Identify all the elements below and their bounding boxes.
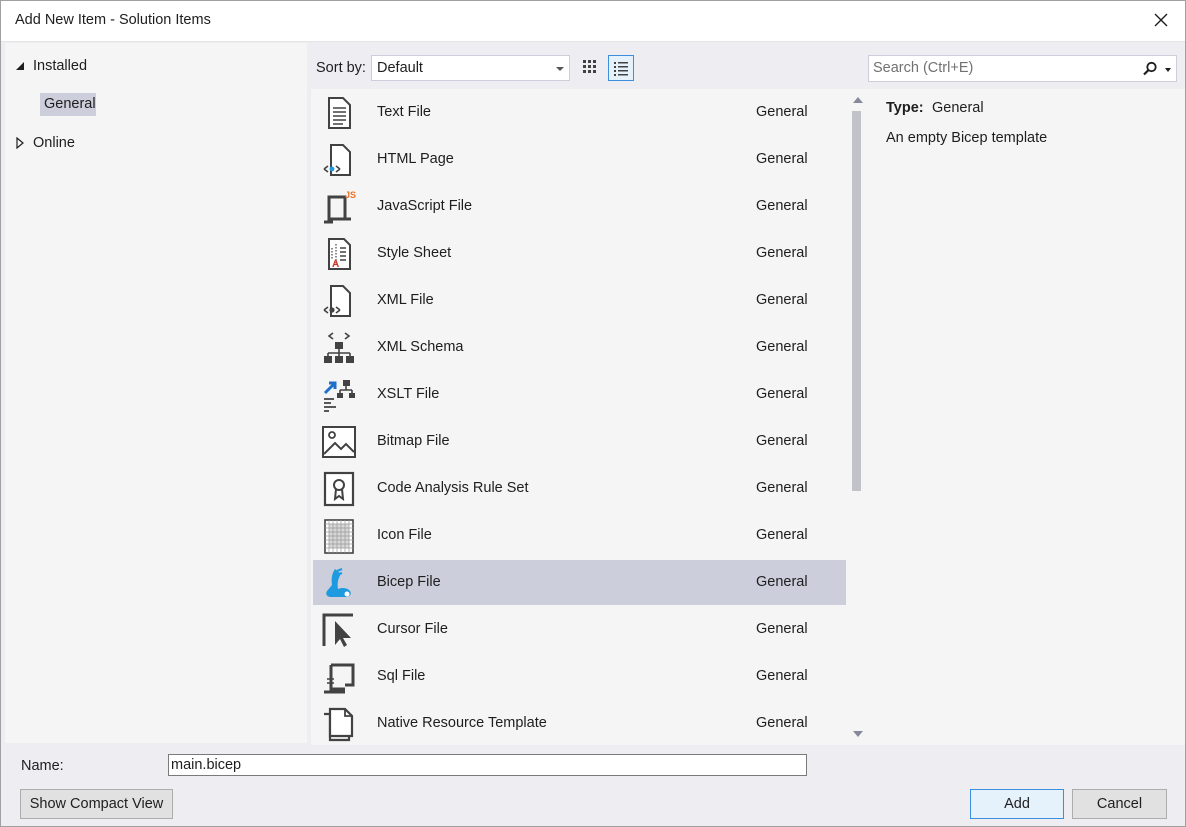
template-name: Native Resource Template (377, 715, 547, 731)
tree-item-online[interactable]: Online (33, 135, 75, 151)
template-name: XSLT File (377, 386, 440, 402)
text-file-icon (328, 97, 351, 129)
javascript-file-icon: JS (324, 190, 356, 224)
search-options-chevron-icon[interactable] (1165, 68, 1171, 72)
bicep-file-icon (326, 567, 351, 597)
template-item-bicep-file[interactable]: Bicep File General (313, 560, 846, 605)
template-item-icon-file[interactable]: Icon File General (313, 513, 846, 558)
template-item-cursor-file[interactable]: Cursor File General (313, 607, 846, 652)
window-title: Add New Item - Solution Items (15, 12, 211, 28)
details-pane: Type: General An empty Bicep template (869, 89, 1185, 745)
tree-item-general-label: General (44, 96, 96, 112)
template-item-xml-file[interactable]: XML File General (313, 278, 846, 323)
tree-item-installed[interactable]: Installed (33, 58, 87, 74)
template-category: General (756, 668, 808, 684)
expanded-triangle-icon[interactable] (15, 61, 25, 71)
template-category: General (756, 245, 808, 261)
template-list-scrollbar[interactable] (849, 89, 869, 745)
search-box[interactable] (868, 55, 1177, 82)
scroll-down-arrow-icon[interactable] (853, 731, 863, 737)
template-category: General (756, 574, 808, 590)
grid-view-icon (583, 60, 596, 73)
template-item-text-file[interactable]: Text File General (313, 90, 846, 135)
search-icon[interactable] (1142, 61, 1158, 77)
category-tree: Installed General Online (5, 43, 307, 743)
template-name: Code Analysis Rule Set (377, 480, 529, 496)
template-category: General (756, 151, 808, 167)
template-item-xslt-file[interactable]: XSLT File General (313, 372, 846, 417)
sort-by-label: Sort by: (316, 60, 366, 76)
template-name: JavaScript File (377, 198, 473, 214)
xslt-file-icon (323, 380, 355, 412)
list-view-button[interactable] (608, 55, 634, 81)
bitmap-file-icon (322, 426, 356, 458)
template-category: General (756, 386, 808, 402)
template-category: General (756, 621, 808, 637)
cancel-button[interactable]: Cancel (1072, 789, 1167, 819)
template-item-code-analysis-rule-set[interactable]: Code Analysis Rule Set General (313, 466, 846, 511)
template-category: General (756, 104, 808, 120)
template-item-native-resource-template[interactable]: Native Resource Template General (313, 701, 846, 745)
native-resource-icon (324, 707, 354, 742)
template-category: General (756, 527, 808, 543)
add-button[interactable]: Add (970, 789, 1064, 819)
show-compact-view-button[interactable]: Show Compact View (20, 789, 173, 819)
template-list: Text File General HTML Page General JS J… (311, 89, 869, 745)
template-name: Style Sheet (377, 245, 452, 261)
template-item-html-page[interactable]: HTML Page General (313, 137, 846, 182)
name-field[interactable] (168, 754, 807, 776)
svg-text:A: A (332, 259, 339, 270)
style-sheet-icon: A (328, 238, 351, 270)
template-name: Sql File (377, 668, 426, 684)
svg-text:JS: JS (345, 190, 356, 200)
close-icon[interactable] (1151, 10, 1171, 30)
template-category: General (756, 292, 808, 308)
xml-file-icon (323, 285, 351, 317)
collapsed-triangle-icon[interactable] (15, 137, 25, 149)
xml-schema-icon (324, 332, 354, 363)
sql-file-icon (324, 663, 355, 694)
template-name: Icon File (377, 527, 432, 543)
medium-icons-view-button[interactable] (578, 55, 604, 81)
template-name: Bitmap File (377, 433, 450, 449)
icon-file-icon (324, 519, 354, 554)
template-name: Bicep File (377, 574, 441, 590)
template-category: General (756, 198, 808, 214)
template-name: Text File (377, 104, 431, 120)
template-item-sql-file[interactable]: Sql File General (313, 654, 846, 699)
add-new-item-dialog: Add New Item - Solution Items Installed … (0, 0, 1186, 827)
sort-by-value: Default (377, 60, 423, 76)
type-value: General (932, 100, 984, 116)
chevron-down-icon (556, 67, 564, 71)
template-item-bitmap-file[interactable]: Bitmap File General (313, 419, 846, 464)
template-item-javascript-file[interactable]: JS JavaScript File General (313, 184, 846, 229)
template-category: General (756, 433, 808, 449)
tree-item-general[interactable]: General (40, 93, 96, 116)
search-input[interactable] (873, 59, 1133, 77)
template-name: Cursor File (377, 621, 448, 637)
rule-set-icon (323, 471, 355, 507)
cursor-file-icon (322, 613, 353, 647)
list-view-icon (614, 62, 628, 76)
title-bar: Add New Item - Solution Items (1, 1, 1185, 42)
template-item-xml-schema[interactable]: XML Schema General (313, 325, 846, 370)
type-label: Type: (886, 100, 924, 116)
sort-by-dropdown[interactable]: Default (371, 55, 570, 81)
template-description: An empty Bicep template (886, 130, 1048, 146)
template-category: General (756, 715, 808, 731)
template-name: XML Schema (377, 339, 464, 355)
template-name: XML File (377, 292, 434, 308)
scrollbar-thumb[interactable] (852, 111, 861, 491)
name-label: Name: (21, 758, 64, 774)
scroll-up-arrow-icon[interactable] (853, 97, 863, 103)
html-page-icon (323, 144, 351, 176)
template-item-style-sheet[interactable]: A Style Sheet General (313, 231, 846, 276)
template-category: General (756, 339, 808, 355)
template-category: General (756, 480, 808, 496)
template-name: HTML Page (377, 151, 454, 167)
